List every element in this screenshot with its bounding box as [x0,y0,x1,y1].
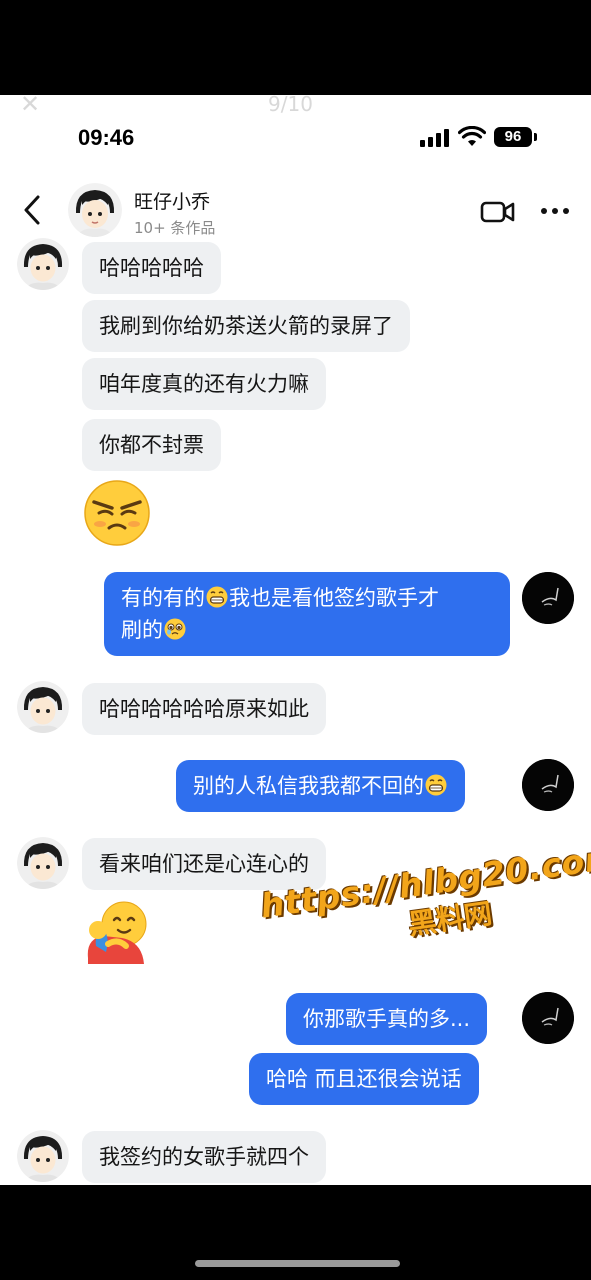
sender-avatar[interactable] [17,238,69,290]
message-bubble-outgoing[interactable]: 哈哈 而且还很会说话 [249,1053,479,1105]
message-bubble-outgoing[interactable]: 有的有的 我也是看他签约歌手才刷的 [104,572,510,656]
my-avatar[interactable] [522,992,574,1044]
contact-avatar[interactable] [68,183,122,237]
home-indicator[interactable] [195,1260,400,1267]
overlay-page-counter: 9/10 [268,95,313,116]
contact-name[interactable]: 旺仔小乔 [134,187,210,214]
sender-avatar[interactable] [17,681,69,733]
message-bubble-outgoing[interactable]: 你那歌手真的多... [286,993,488,1045]
smirk-emoji-sticker[interactable] [82,480,152,546]
message-bubble-incoming[interactable]: 我刷到你给奶茶送火箭的录屏了 [82,300,410,352]
message-bubble-incoming[interactable]: 我签约的女歌手就四个 [82,1131,326,1183]
cellular-signal-icon [420,129,450,147]
wifi-icon [458,126,486,146]
contact-subtitle[interactable]: 10+ 条作品 [134,217,215,238]
message-bubble-outgoing[interactable]: 别的人私信我我都不回的 [176,760,465,812]
overlay-close-icon[interactable]: ✕ [20,95,40,116]
message-text: 有的有的 [121,586,205,610]
hug-emoji-sticker[interactable] [82,898,152,968]
phone-screen: ✕ 9/10 09:46 96 旺仔小乔 10+ 条作品 哈哈哈哈哈 我刷到你给… [0,95,591,1185]
my-avatar[interactable] [522,759,574,811]
sender-avatar[interactable] [17,837,69,889]
status-time: 09:46 [78,125,135,150]
message-text: 别的人私信我我都不回的 [193,774,424,798]
my-avatar[interactable] [522,572,574,624]
video-call-icon[interactable] [480,199,516,225]
message-bubble-incoming[interactable]: 哈哈哈哈哈 [82,242,221,294]
more-options-icon[interactable] [539,208,569,216]
sender-avatar[interactable] [17,1130,69,1182]
grin-emoji-icon [206,586,228,608]
battery-icon: 96 [494,127,532,147]
message-bubble-incoming[interactable]: 你都不封票 [82,419,221,471]
message-bubble-incoming[interactable]: 咱年度真的还有火力嘛 [82,358,326,410]
message-bubble-incoming[interactable]: 哈哈哈哈哈哈原来如此 [82,683,326,735]
battery-tip [534,133,537,141]
grin-emoji-icon [425,774,447,796]
message-text: 我也是看他签约歌手才 [229,586,439,610]
back-chevron-icon[interactable] [18,193,48,227]
top-letterbox [0,0,591,95]
pleading-emoji-icon [164,618,186,640]
message-text: 刷的 [121,618,163,642]
